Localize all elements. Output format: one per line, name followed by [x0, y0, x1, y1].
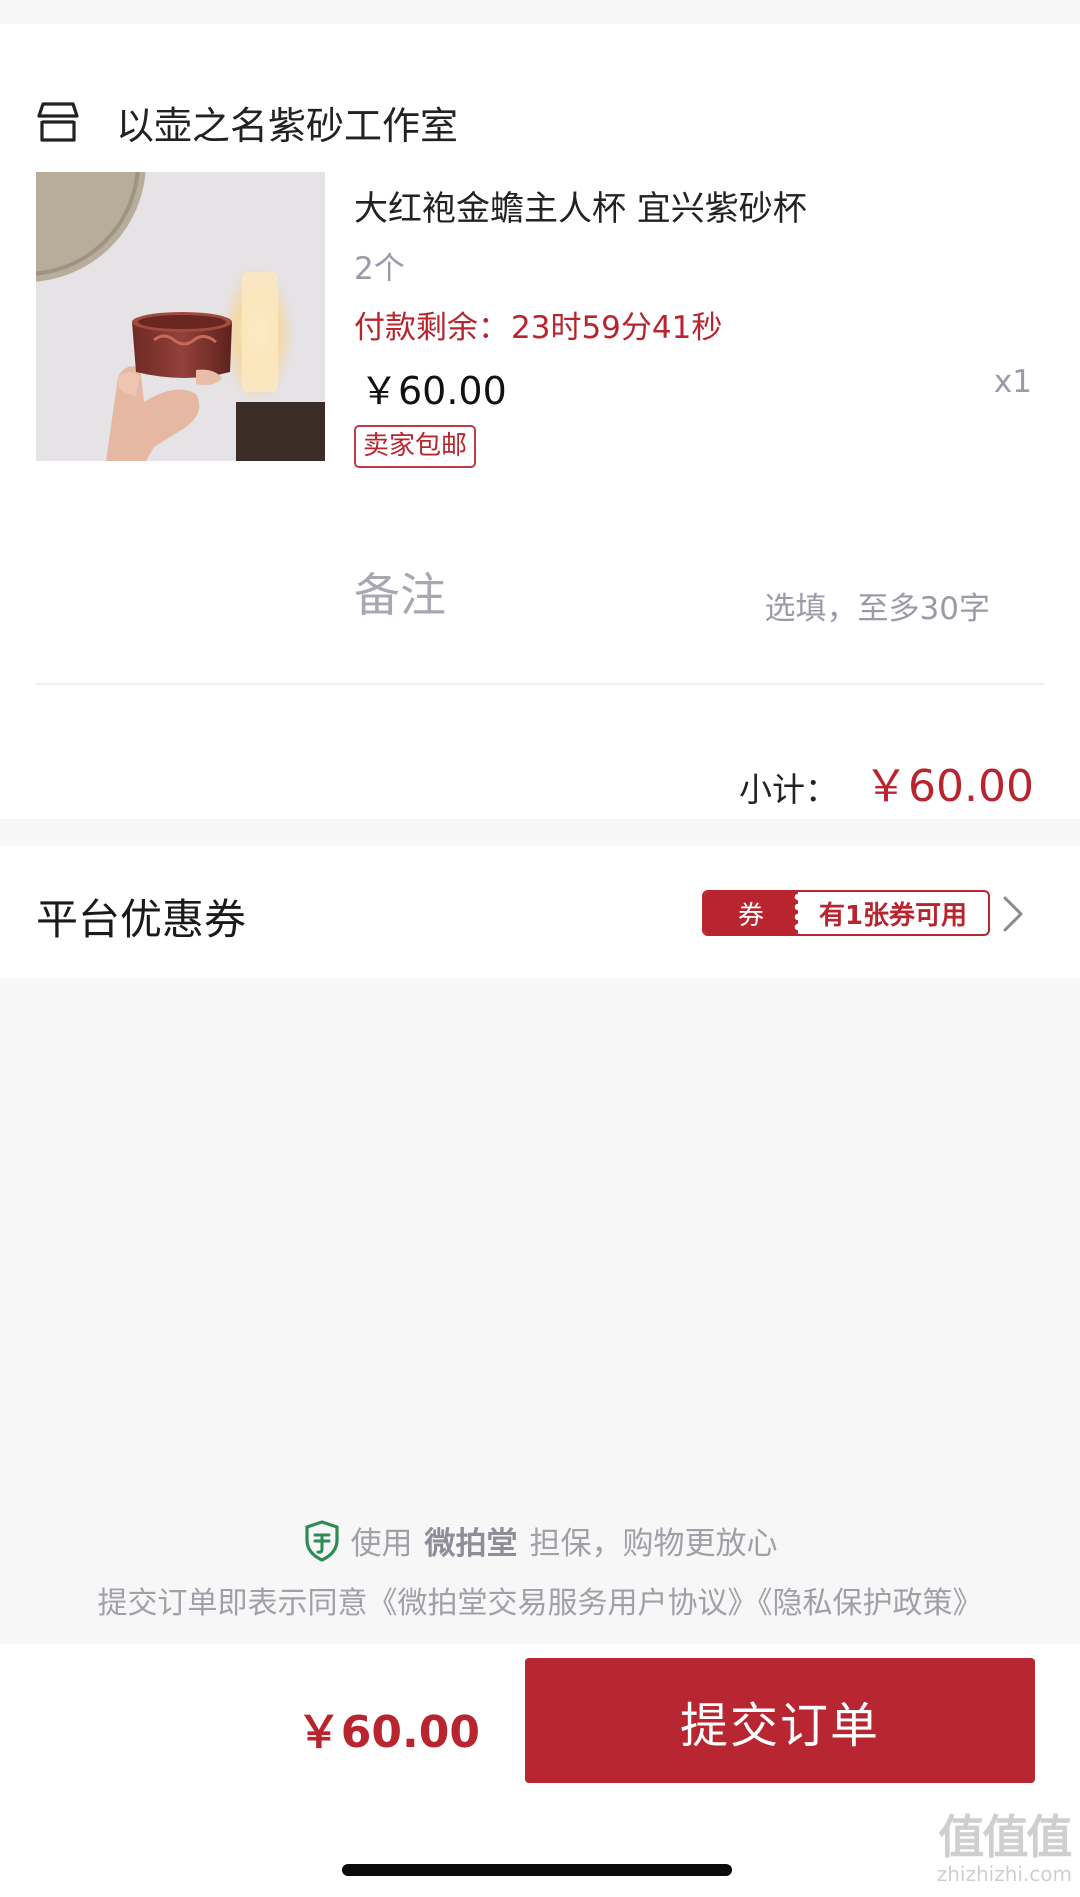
free-shipping-tag: 卖家包邮 [354, 425, 477, 468]
coupon-available-text: 有1张券可用 [818, 900, 968, 931]
product-spec: 2个 [354, 251, 405, 287]
shop-name: 以壶之名紫砂工作室 [116, 103, 459, 148]
coupon-title: 平台优惠券 [36, 895, 247, 944]
guarantee-note: 使用 微拍堂 担保，购物更放心 [0, 1518, 1080, 1563]
platform-coupon-row[interactable]: 平台优惠券 券 有1张券可用 [0, 846, 1080, 978]
guarantee-suffix: 担保，购物更放心 [529, 1526, 778, 1562]
watermark-logo: 值值值 [938, 1810, 1072, 1864]
countdown-value: 23时59分41秒 [511, 310, 723, 346]
countdown-label: 付款剩余： [354, 310, 509, 346]
store-icon [37, 102, 79, 142]
remark-label: 备注 [354, 568, 446, 622]
divider [36, 683, 1044, 685]
total-price: ￥60.00 [296, 1707, 480, 1758]
watermark-url: zhizhizhi.com [936, 1862, 1072, 1886]
order-card: 以壶之名紫砂工作室 大红袍金蟾主人杯 宜兴紫砂杯 2个 付款剩余：23时59分4… [0, 24, 1080, 819]
coupon-badge[interactable]: 券 有1张券可用 [702, 890, 990, 936]
quantity: x1 [993, 364, 1032, 400]
remark-input[interactable] [700, 584, 990, 634]
agreement-text[interactable]: 提交订单即表示同意《微拍堂交易服务用户协议》《隐私保护政策》 [0, 1578, 1080, 1622]
guarantee-prefix: 使用 [350, 1526, 413, 1562]
guarantee-brand: 微拍堂 [424, 1526, 518, 1562]
shop-header[interactable]: 以壶之名紫砂工作室 [36, 70, 1036, 174]
unit-price: ￥60.00 [360, 369, 507, 413]
payment-countdown: 付款剩余：23时59分41秒 [354, 302, 722, 347]
chevron-right-icon[interactable] [1001, 894, 1025, 934]
watermark: 值值值 zhizhizhi.com [936, 1810, 1073, 1886]
product-title[interactable]: 大红袍金蟾主人杯 宜兴紫砂杯 [354, 181, 807, 230]
coupon-badge-label: 券 [704, 892, 803, 934]
subtotal-label: 小计： [739, 770, 839, 809]
submit-order-button[interactable]: 提交订单 [525, 1658, 1035, 1783]
home-indicator [342, 1864, 732, 1876]
shield-icon [304, 1519, 339, 1562]
subtotal: 小计： ￥60.00 [739, 750, 1034, 814]
product-image[interactable] [36, 172, 325, 461]
subtotal-value: ￥60.00 [864, 761, 1034, 812]
bottom-bar: ￥60.00 提交订单 值值值 zhizhizhi.com [0, 1644, 1080, 1897]
